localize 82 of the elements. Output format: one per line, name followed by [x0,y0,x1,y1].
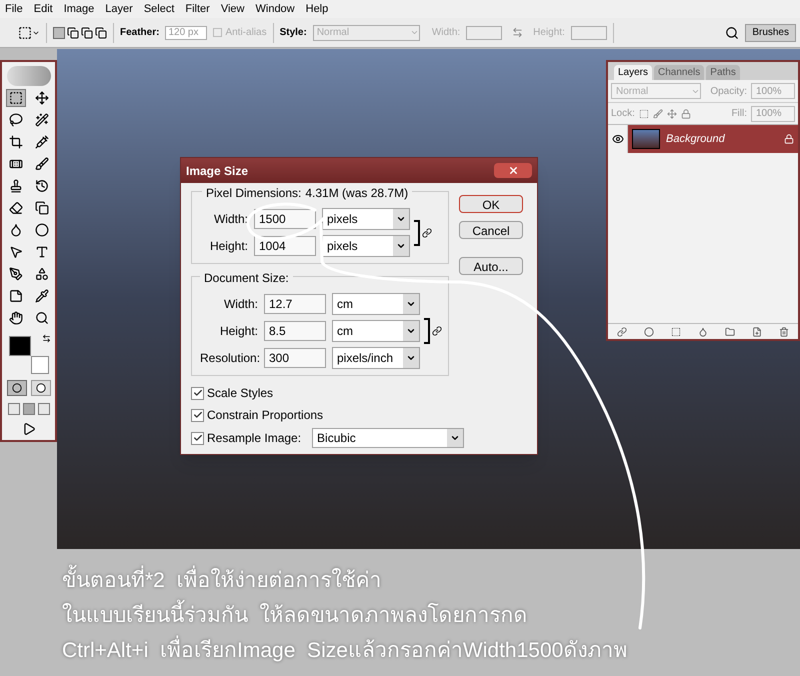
dialog-button[interactable]: Auto... [459,257,523,275]
menu-item[interactable]: Select [144,0,174,18]
group-legend: Pixel Dimensions: [206,184,302,202]
screen-mode-icon[interactable] [8,403,20,415]
dialog-button[interactable]: OK [459,195,523,213]
field-label: Width: [212,211,248,228]
screen-mode-icon[interactable] [38,403,50,415]
unit-dropdown[interactable]: pixels [322,208,410,230]
selection-mode-icons[interactable] [53,26,107,38]
value-field[interactable]: 8.5 [264,321,326,341]
standard-mode-button[interactable] [6,380,26,396]
folder-icon[interactable] [725,326,736,336]
field-label: Height: [208,238,248,255]
trash-icon[interactable] [779,326,790,336]
background-color-swatch[interactable] [30,356,48,374]
chain-icon [432,326,442,336]
circle-icon[interactable] [644,326,654,336]
menu-item[interactable]: File [5,0,23,18]
checkbox-label: Scale Styles [207,385,274,402]
feather-label: Feather: [120,26,160,40]
menu-item[interactable]: View [220,0,244,18]
screen-mode-icon[interactable] [22,403,34,415]
swap-icon[interactable] [42,334,50,344]
menu-item[interactable]: Filter [185,0,210,18]
value-field[interactable]: 1500 [254,209,316,229]
checkbox-label: Constrain Proportions [207,407,324,424]
caption-line: Ctrl+Alt+i เพื่อเรียกImage Sizeแล้วกรอกค่าWidth1500ดังภาพ [62,633,628,668]
fill-label: Fill: [731,107,747,121]
menu-item[interactable]: Layer [105,0,133,18]
value-field[interactable]: 12.7 [264,294,326,314]
width-field[interactable] [466,26,502,40]
marquee-icon[interactable] [18,26,40,40]
dialog-title: Image Size [186,162,248,180]
checkbox[interactable] [191,432,204,444]
foreground-color-swatch[interactable] [8,336,30,356]
checkbox-label: Resample Image: [207,430,302,447]
close-icon [508,165,518,176]
checkbox[interactable] [191,408,204,422]
menu-item[interactable]: Help [306,0,328,18]
field-label: Resolution: [200,350,258,367]
value-field[interactable]: 300 [264,348,326,368]
quick-mask-button[interactable] [30,380,50,396]
panel-tab[interactable]: Channels [654,65,704,80]
brushes-tab[interactable]: Brushes [745,24,796,42]
layer-name: Background [666,132,725,147]
photo-thumbnail [632,129,660,149]
checkbox[interactable] [191,386,204,400]
menu-item[interactable]: Edit [34,0,53,18]
unit-dropdown[interactable]: pixels/inch [332,347,420,369]
caption-line: ในแบบเรียนนี้ร่วมกัน ให้ลดขนาดภาพลงโดยการกด [62,598,628,633]
circle-icon [12,383,22,393]
height-field[interactable] [570,26,607,40]
marquee-icon[interactable] [6,89,26,108]
chain-icon [422,228,432,238]
unit-dropdown[interactable]: pixels [322,235,410,257]
opacity-label: Opacity: [710,84,747,98]
value-field[interactable]: 1004 [254,236,316,256]
width-label: Width: [432,26,460,40]
anti-alias-label: Anti-alias [225,26,267,40]
unit-dropdown[interactable]: cm [332,320,420,342]
panel-tab[interactable]: Layers [614,65,652,80]
style-label: Style: [280,26,307,40]
link-bracket [424,318,430,344]
close-button[interactable] [494,163,532,178]
lock-icons [638,108,691,118]
panel-tab[interactable]: Paths [706,65,740,80]
lock-label: Lock: [611,107,635,121]
menu-item[interactable]: Window [256,0,295,18]
field-label: Height: [218,323,258,340]
resample-dropdown[interactable]: Bicubic [312,428,464,448]
field-label: Width: [222,296,258,313]
new-layer-icon[interactable] [752,326,762,336]
circle-icon [36,383,46,393]
height-label: Height: [533,26,565,40]
layer-row[interactable]: Background [628,125,798,153]
link-bracket [414,220,420,246]
dialog-button[interactable]: Cancel [459,221,523,239]
unit-dropdown[interactable]: cm [332,293,420,315]
caption-line: ขั้นตอนที่*2 เพื่อให้ง่ายต่อการใช้ค่า [62,563,628,598]
menu-item[interactable]: Image [64,0,94,18]
link-icon[interactable] [616,326,627,336]
pixel-size-text: 4.31M (was 28.7M) [305,185,408,202]
